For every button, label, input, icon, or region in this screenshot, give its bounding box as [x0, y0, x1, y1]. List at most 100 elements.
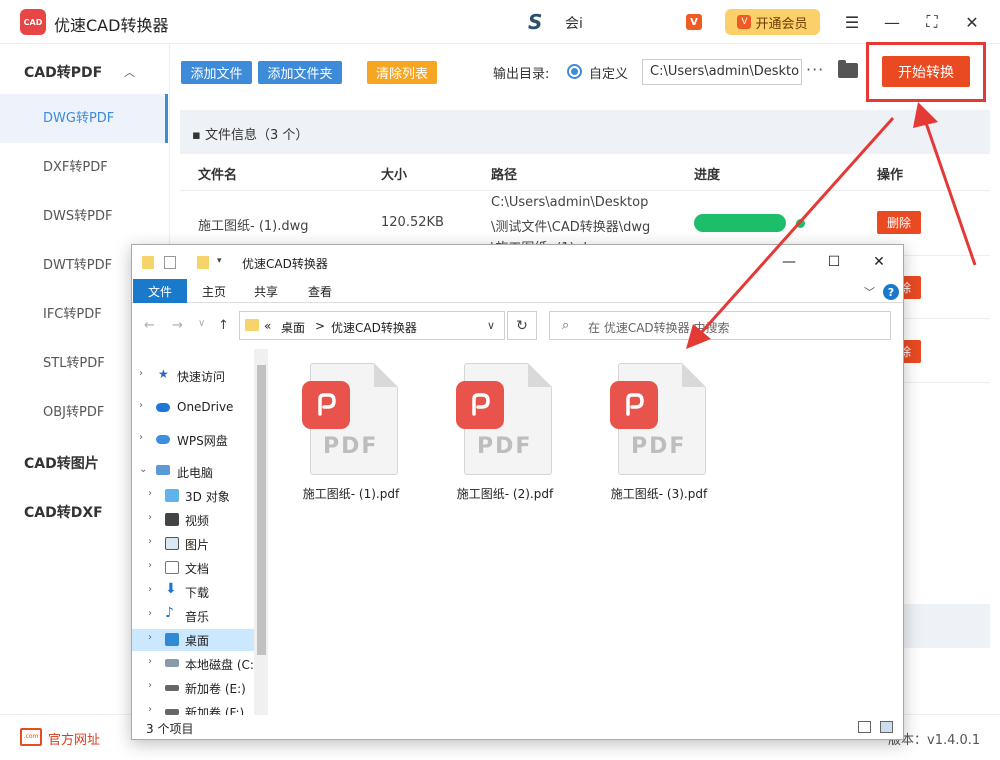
sidebar-group-cad-pdf[interactable]: CAD转PDF: [24, 62, 102, 82]
nav-documents[interactable]: › 文档: [132, 557, 254, 579]
nav-desktop[interactable]: › 桌面: [132, 629, 254, 651]
up-icon[interactable]: ↑: [218, 318, 229, 333]
maximize-icon[interactable]: ⛶: [920, 10, 944, 34]
file-name-2[interactable]: 施工图纸- (2).pdf: [440, 485, 570, 502]
custom-radio[interactable]: [567, 64, 582, 79]
recent-dropdown-icon[interactable]: ∨: [198, 318, 205, 329]
ribbon-expand-icon[interactable]: ﹀: [864, 284, 875, 300]
chevron-right-icon[interactable]: ›: [148, 608, 152, 619]
nav-label: 此电脑: [177, 466, 214, 480]
nav-quick-access[interactable]: › ★ 快速访问: [132, 365, 254, 387]
new-folder-icon[interactable]: [197, 256, 209, 269]
chevron-right-icon[interactable]: ›: [148, 704, 152, 715]
page-fold: [528, 363, 552, 387]
clear-list-button[interactable]: 清除列表: [367, 61, 437, 84]
breadcrumb-overflow[interactable]: «: [264, 319, 271, 333]
chevron-right-icon[interactable]: ›: [148, 680, 152, 691]
nav-music[interactable]: › ♪ 音乐: [132, 605, 254, 627]
add-folder-button[interactable]: 添加文件夹: [258, 61, 342, 84]
vip-button[interactable]: V 开通会员: [725, 9, 820, 35]
breadcrumb-desktop[interactable]: 桌面: [281, 319, 305, 336]
add-file-button[interactable]: 添加文件: [181, 61, 252, 84]
nav-this-pc[interactable]: ⌄ 此电脑: [132, 461, 254, 483]
chevron-right-icon[interactable]: ›: [148, 488, 152, 499]
menu-icon[interactable]: ☰: [840, 10, 864, 34]
minimize-icon[interactable]: —: [880, 10, 904, 34]
nav-scrollbar[interactable]: [254, 349, 268, 715]
pdf-file-icon[interactable]: PDF: [610, 363, 706, 479]
chevron-right-icon[interactable]: ›: [148, 656, 152, 667]
chevron-down-icon[interactable]: ⌄: [139, 464, 147, 475]
quick-access-dropdown-icon[interactable]: ▾: [217, 256, 229, 269]
maximize-icon[interactable]: ☐: [820, 251, 848, 273]
close-icon[interactable]: ✕: [865, 251, 893, 273]
breadcrumb-current[interactable]: 优速CAD转换器: [331, 319, 417, 336]
nav-label: 文档: [185, 562, 210, 576]
nav-volume-e[interactable]: › 新加卷 (E:): [132, 677, 254, 699]
row1-delete-button[interactable]: 删除: [877, 211, 921, 234]
navigation-pane: › ★ 快速访问 › OneDrive › WPS网盘 ⌄ 此电脑 › 3D 对象 › 视频 …: [132, 349, 268, 715]
sidebar-item-dwg-pdf[interactable]: DWG转PDF: [0, 94, 168, 143]
chevron-right-icon[interactable]: ›: [148, 632, 152, 643]
address-bar[interactable]: « 桌面 > 优速CAD转换器 ∨: [239, 311, 505, 340]
nav-3d-objects[interactable]: › 3D 对象: [132, 485, 254, 507]
chevron-right-icon[interactable]: ›: [139, 400, 143, 411]
sidebar-group-cad-image[interactable]: CAD转图片: [24, 453, 99, 473]
nav-volume-f[interactable]: › 新加卷 (F:): [132, 701, 254, 715]
minimize-icon[interactable]: —: [775, 251, 803, 273]
more-options-icon[interactable]: ···: [806, 60, 824, 79]
chevron-right-icon[interactable]: ›: [148, 560, 152, 571]
large-icons-view-icon[interactable]: [880, 721, 893, 733]
nav-onedrive[interactable]: › OneDrive: [132, 397, 254, 419]
pdf-file-icon[interactable]: PDF: [302, 363, 398, 479]
scrollbar-thumb[interactable]: [257, 365, 266, 655]
sidebar-item-dws-pdf[interactable]: DWS转PDF: [0, 192, 168, 241]
custom-radio-label[interactable]: 自定义: [589, 63, 628, 82]
user-avatar-icon[interactable]: S: [528, 11, 554, 33]
wps-pdf-badge-icon: [456, 381, 504, 429]
vip-badge-icon[interactable]: V: [686, 14, 702, 30]
tab-file[interactable]: 文件: [133, 279, 187, 303]
search-input[interactable]: ⌕ 在 优速CAD转换器 中搜索: [549, 311, 891, 340]
nav-label: 新加卷 (F:): [185, 706, 245, 715]
pdf-file-icon[interactable]: PDF: [456, 363, 552, 479]
details-view-icon[interactable]: [858, 721, 871, 733]
refresh-icon[interactable]: ↻: [507, 311, 537, 340]
nav-label: OneDrive: [177, 400, 234, 414]
nav-pictures[interactable]: › 图片: [132, 533, 254, 555]
official-site-link[interactable]: 官方网址: [48, 729, 100, 748]
cube-icon: [165, 489, 179, 502]
sidebar-group-cad-dxf[interactable]: CAD转DXF: [24, 502, 103, 522]
wps-pdf-badge-icon: [610, 381, 658, 429]
item-count: 3 个项目: [146, 722, 194, 736]
chevron-up-icon[interactable]: ︿: [124, 64, 135, 80]
username[interactable]: 会i: [565, 13, 583, 33]
help-icon[interactable]: ?: [883, 284, 899, 300]
chevron-right-icon[interactable]: ›: [148, 584, 152, 595]
file-name-1[interactable]: 施工图纸- (1).pdf: [286, 485, 416, 502]
nav-videos[interactable]: › 视频: [132, 509, 254, 531]
forward-icon[interactable]: →: [172, 318, 183, 333]
sidebar-item-dxf-pdf[interactable]: DXF转PDF: [0, 143, 168, 192]
properties-icon[interactable]: [164, 256, 176, 269]
nav-downloads[interactable]: › ⬇ 下载: [132, 581, 254, 603]
nav-label: 3D 对象: [185, 490, 230, 504]
file-info-title: 文件信息（3 个）: [204, 128, 309, 143]
nav-wps[interactable]: › WPS网盘: [132, 429, 254, 451]
file-name-3[interactable]: 施工图纸- (3).pdf: [594, 485, 724, 502]
folder-icon[interactable]: [838, 60, 858, 78]
video-icon: [165, 513, 179, 526]
output-path-input[interactable]: C:\Users\admin\Deskto: [642, 59, 802, 85]
chevron-right-icon[interactable]: ›: [139, 368, 143, 379]
chevron-right-icon[interactable]: ›: [139, 432, 143, 443]
close-icon[interactable]: ✕: [960, 10, 984, 34]
chevron-right-icon[interactable]: ›: [148, 512, 152, 523]
website-icon[interactable]: .com: [20, 728, 42, 746]
address-dropdown-icon[interactable]: ∨: [487, 319, 495, 332]
tab-view[interactable]: 查看: [298, 279, 342, 303]
back-icon[interactable]: ←: [144, 318, 155, 333]
chevron-right-icon[interactable]: ›: [148, 536, 152, 547]
tab-home[interactable]: 主页: [192, 279, 236, 303]
tab-share[interactable]: 共享: [244, 279, 288, 303]
nav-local-disk-c[interactable]: › 本地磁盘 (C:: [132, 653, 254, 675]
